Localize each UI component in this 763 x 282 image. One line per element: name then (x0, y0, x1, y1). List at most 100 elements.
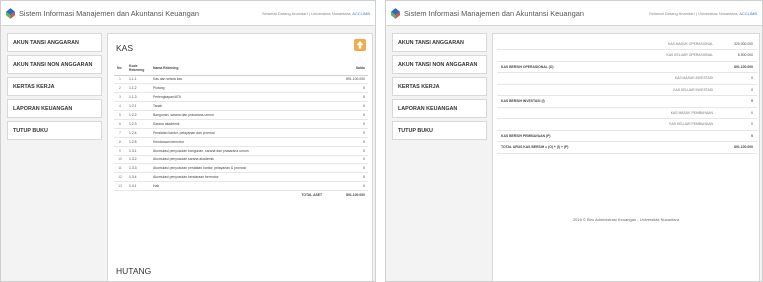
sidebar-item-tutup-buku[interactable]: TUTUP BUKU (7, 121, 102, 140)
row-code: 1.3.2 (126, 155, 150, 165)
row-number: 6 (114, 119, 126, 129)
row-name: Sarana akademik (150, 119, 326, 129)
section-title-hutang: HUTANG (116, 266, 152, 276)
row-name: Hak (150, 181, 326, 192)
screenshot-cash-flow: Sistem Informasi Manajemen dan Akuntansi… (385, 0, 763, 282)
table-row: 13 1.4.1 Hak 0 (114, 181, 368, 192)
row-code: 1.2.2 (126, 110, 150, 120)
row-code: 1.2.4 (126, 128, 150, 138)
table-header-row: No Kode Rekening Nama Rekening Saldo (114, 61, 368, 76)
row-balance: 0 (325, 155, 368, 165)
sidebar-menu: AKUN TANSI ANGGARAN AKUN TANSI NON ANGGA… (392, 33, 487, 143)
row-code: 1.2.5 (126, 137, 150, 147)
row-code: 1.3.4 (126, 172, 150, 183)
cash-flow-row: KAS MASUK INVESTASI 0 (497, 72, 757, 85)
row-code: 1.1.3 (126, 92, 150, 103)
cash-flow-label: KAS KELUAR INVESTASI (497, 84, 717, 96)
table-row: 4 1.2.1 Tanah 0 (114, 101, 368, 112)
row-balance: 0 (325, 172, 368, 183)
column-header-no: No (114, 61, 126, 76)
sidebar-item-akuntansi-anggaran[interactable]: AKUN TANSI ANGGARAN (7, 33, 102, 52)
cash-flow-label: KAS BERSIH OPERASIONAL (O) (497, 61, 717, 73)
section-title-kas: KAS (116, 43, 134, 53)
table-row: 7 1.2.4 Peralatan kantor, pelayanan dan pr… (114, 128, 368, 138)
column-header-name: Nama Rekening (150, 61, 326, 76)
cash-flow-value: 0 (717, 84, 757, 96)
row-code: 1.2.1 (126, 101, 150, 112)
cash-flow-row: KAS KELUAR OPERASIONAL 8.900.000 (497, 49, 757, 62)
sidebar-item-akuntansi-anggaran[interactable]: AKUN TANSI ANGGARAN (392, 33, 487, 52)
cash-flow-row: KAS KELUAR INVESTASI 0 (497, 84, 757, 96)
cash-flow-total-row: KAS BERSIH PEMBIAYAAN (P) 0 (497, 130, 757, 142)
cash-flow-label: KAS KELUAR OPERASIONAL (497, 49, 717, 62)
row-number: 8 (114, 137, 126, 147)
table-row: 10 1.3.2 Akumulasi penyusutan sarana akade… (114, 155, 368, 165)
row-number: 13 (114, 181, 126, 192)
row-name: Piutang (150, 83, 326, 94)
row-balance: 0 (325, 163, 368, 174)
cash-flow-value: 891.100.000 (717, 141, 757, 154)
row-balance: 0 (325, 110, 368, 120)
account-table: No Kode Rekening Nama Rekening Saldo 1 1.… (114, 61, 368, 199)
row-number: 5 (114, 110, 126, 120)
table-row: 8 1.2.5 Kendaraan bermotor 0 (114, 137, 368, 147)
user-link[interactable]: ACCLIMB (739, 11, 757, 16)
add-button[interactable] (354, 39, 366, 51)
screenshot-balance-sheet: Sistem Informasi Manajemen dan Akuntansi… (0, 0, 376, 282)
table-row: 11 1.3.3 Akumulasi penyusutan peralatan ka… (114, 163, 368, 174)
table-row: 5 1.2.2 Bangunan, sarana dan prasarana umu… (114, 110, 368, 120)
cash-flow-total-row: KAS BERSIH INVESTASI (I) 0 (497, 95, 757, 108)
row-balance: 0 (325, 181, 368, 192)
welcome-text: Selamat Datang Anandari | Universitas Nu… (649, 10, 757, 16)
row-code: 1.1.2 (126, 83, 150, 94)
top-navbar: Sistem Informasi Manajemen dan Akuntansi… (386, 1, 762, 26)
sidebar-item-laporan-keuangan[interactable]: LAPORAN KEUANGAN (7, 99, 102, 118)
cash-flow-total-row: KAS BERSIH OPERASIONAL (O) 891.100.000 (497, 61, 757, 73)
row-code: 1.1.1 (126, 75, 150, 85)
row-number: 9 (114, 146, 126, 156)
row-code: 1.4.1 (126, 181, 150, 192)
row-number: 1 (114, 75, 126, 85)
app-title: Sistem Informasi Manajemen dan Akuntansi… (19, 8, 199, 18)
sidebar-item-laporan-keuangan[interactable]: LAPORAN KEUANGAN (392, 99, 487, 118)
table-row: 2 1.1.2 Piutang 0 (114, 83, 368, 94)
row-balance: 0 (325, 137, 368, 147)
table-row: 6 1.2.3 Sarana akademik 0 (114, 119, 368, 129)
account-table-body: 1 1.1.1 Kas dan setara kas 891.100.000 2 1.1.… (114, 75, 368, 192)
cash-flow-row: KAS MASUK PEMBIAYAAN 0 (497, 107, 757, 119)
sidebar-item-tutup-buku[interactable]: TUTUP BUKU (392, 121, 487, 140)
table-row: 9 1.3.1 Akumulasi penyusutan bangunan, sar… (114, 146, 368, 156)
sidebar-item-kertas-kerja[interactable]: KERTAS KERJA (7, 77, 102, 96)
total-value: 891.100.000 (346, 193, 365, 198)
cash-flow-row: KAS MASUK OPERASIONAL 320.000.000 (497, 38, 757, 50)
row-number: 4 (114, 101, 126, 112)
row-number: 7 (114, 128, 126, 138)
main-panel: KAS No Kode Rekening Nama Rekening Saldo… (107, 33, 373, 281)
sidebar-menu: AKUN TANSI ANGGARAN AKUN TANSI NON ANGGA… (7, 33, 102, 143)
main-panel: KAS MASUK OPERASIONAL 320.000.000 KAS KELU… (492, 33, 760, 281)
sidebar-item-akuntansi-non-anggaran[interactable]: AKUN TANSI NON ANGGARAN (392, 55, 487, 74)
user-link[interactable]: ACCLIMB (352, 11, 370, 16)
row-number: 11 (114, 163, 126, 174)
row-balance: 0 (325, 128, 368, 138)
university-logo-icon (391, 7, 400, 19)
row-number: 3 (114, 92, 126, 103)
row-name: Akumulasi penyusutan bangunan, sarana da… (150, 146, 326, 156)
sidebar-item-kertas-kerja[interactable]: KERTAS KERJA (392, 77, 487, 96)
sidebar-item-akuntansi-non-anggaran[interactable]: AKUN TANSI NON ANGGARAN (7, 55, 102, 74)
cash-flow-value: 891.100.000 (717, 61, 757, 73)
row-code: 1.3.1 (126, 146, 150, 156)
cash-flow-row: KAS KELUAR PEMBIAYAAN 0 (497, 118, 757, 131)
cash-flow-value: 0 (717, 72, 757, 85)
row-balance: 0 (325, 146, 368, 156)
cash-flow-table-body: KAS MASUK OPERASIONAL 320.000.000 KAS KELU… (497, 38, 757, 154)
cash-flow-label: KAS KELUAR PEMBIAYAAN (497, 118, 717, 131)
row-number: 2 (114, 83, 126, 94)
row-name: Kendaraan bermotor (150, 137, 326, 147)
cash-flow-label: KAS MASUK INVESTASI (497, 72, 717, 85)
cash-flow-value: 0 (717, 107, 757, 119)
cash-flow-value: 8.900.000 (717, 49, 757, 62)
row-balance: 0 (325, 92, 368, 103)
row-name: Akumulasi penyusutan peralatan kantor, p… (150, 163, 326, 174)
column-header-balance: Saldo (325, 61, 368, 76)
